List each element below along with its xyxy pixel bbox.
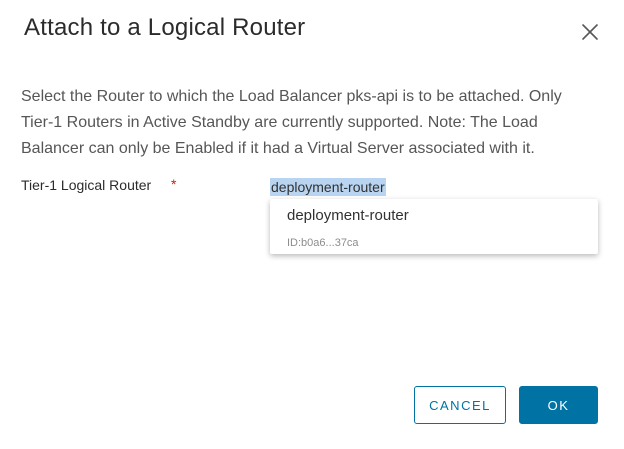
cancel-button[interactable]: CANCEL bbox=[414, 386, 506, 424]
close-icon bbox=[582, 24, 598, 40]
router-select-input[interactable]: deployment-router bbox=[270, 176, 598, 201]
ok-button[interactable]: OK bbox=[519, 386, 598, 424]
router-select-value: deployment-router bbox=[270, 178, 386, 196]
dropdown-option-id: ID:b0a6...37ca bbox=[287, 237, 359, 249]
close-button[interactable] bbox=[578, 20, 602, 44]
router-field-label: Tier-1 Logical Router bbox=[21, 177, 152, 193]
router-dropdown: deployment-router ID:b0a6...37ca bbox=[270, 199, 598, 254]
attach-router-dialog: Attach to a Logical Router Select the Ro… bbox=[0, 0, 624, 449]
dropdown-option-name: deployment-router bbox=[287, 207, 409, 224]
dropdown-option[interactable]: deployment-router ID:b0a6...37ca bbox=[270, 199, 598, 254]
required-indicator: * bbox=[171, 176, 177, 192]
dialog-description: Select the Router to which the Load Bala… bbox=[21, 88, 562, 157]
dialog-title: Attach to a Logical Router bbox=[24, 14, 306, 41]
